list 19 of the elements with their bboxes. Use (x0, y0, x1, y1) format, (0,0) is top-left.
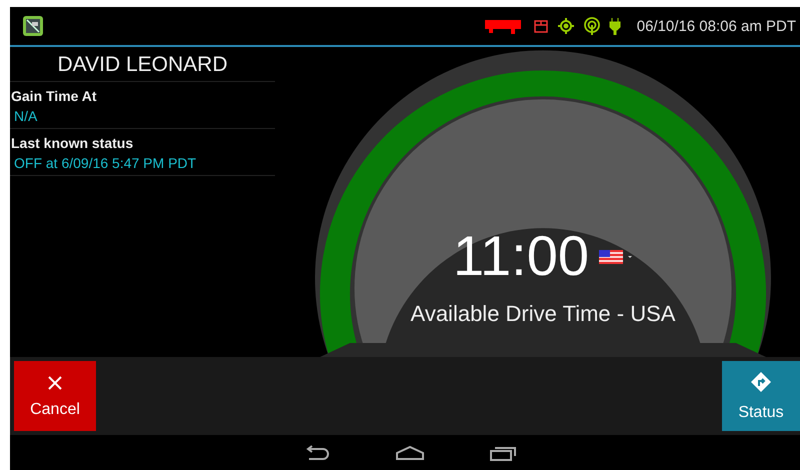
home-icon[interactable] (395, 444, 425, 460)
driver-name: DAVID LEONARD (10, 47, 275, 82)
turn-sign-icon (750, 370, 772, 392)
info-label: Last known status (10, 135, 134, 151)
status-button[interactable]: Status (722, 361, 800, 431)
antenna-icon (582, 17, 601, 35)
location-icon (556, 17, 575, 35)
gauge-caption: Available Drive Time - USA (410, 301, 676, 327)
drive-time: 11:00 (453, 223, 589, 288)
app-icon[interactable] (22, 15, 44, 37)
close-icon (46, 374, 64, 392)
info-label: Gain Time At (10, 88, 98, 104)
recent-apps-icon[interactable] (489, 444, 517, 460)
clock-text: 06/10/16 08:06 am PDT (636, 18, 796, 34)
box-icon (532, 18, 549, 34)
info-value: N/A (13, 107, 38, 124)
info-value: OFF at 6/09/16 5:47 PM PDT (13, 154, 198, 171)
plug-icon (608, 17, 621, 35)
cancel-button[interactable]: Cancel (14, 361, 96, 431)
